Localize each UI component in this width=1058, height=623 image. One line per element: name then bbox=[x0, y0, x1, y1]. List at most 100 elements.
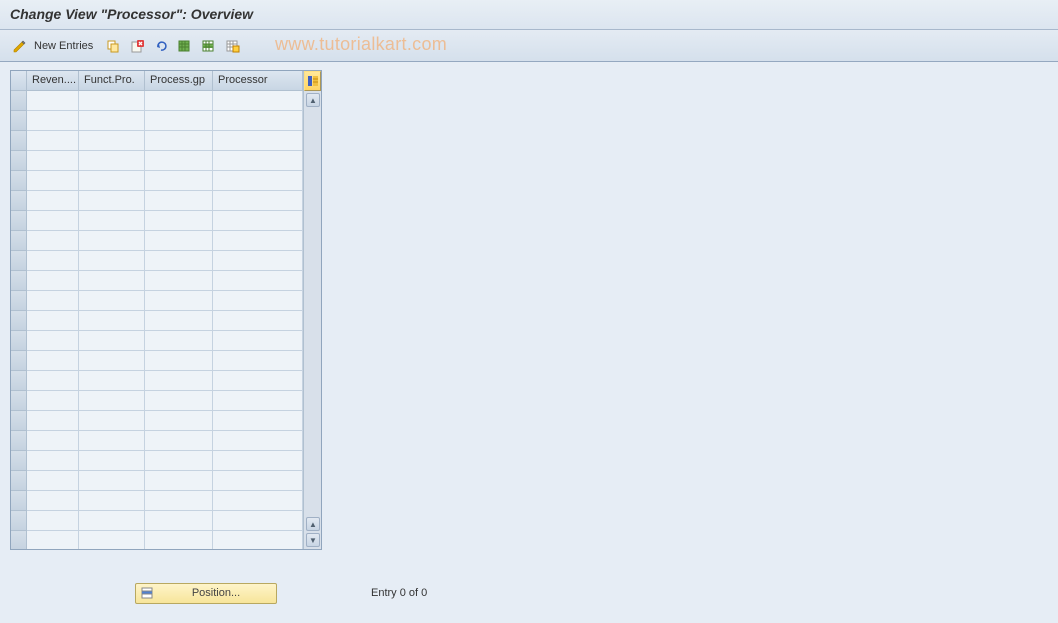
row-selector[interactable] bbox=[11, 171, 27, 191]
data-cell[interactable] bbox=[145, 511, 213, 531]
data-cell[interactable] bbox=[79, 191, 145, 211]
row-selector[interactable] bbox=[11, 451, 27, 471]
row-selector[interactable] bbox=[11, 271, 27, 291]
data-cell[interactable] bbox=[79, 451, 145, 471]
data-cell[interactable] bbox=[213, 411, 303, 431]
data-cell[interactable] bbox=[145, 391, 213, 411]
data-cell[interactable] bbox=[79, 231, 145, 251]
data-cell[interactable] bbox=[27, 311, 79, 331]
data-cell[interactable] bbox=[145, 231, 213, 251]
deselect-all-icon[interactable] bbox=[223, 36, 243, 56]
new-entries-button[interactable]: New Entries bbox=[32, 37, 101, 55]
data-cell[interactable] bbox=[79, 331, 145, 351]
data-cell[interactable] bbox=[213, 391, 303, 411]
data-cell[interactable] bbox=[145, 131, 213, 151]
data-cell[interactable] bbox=[145, 111, 213, 131]
data-cell[interactable] bbox=[145, 471, 213, 491]
delete-icon[interactable] bbox=[127, 36, 147, 56]
data-cell[interactable] bbox=[79, 291, 145, 311]
data-cell[interactable] bbox=[27, 151, 79, 171]
data-cell[interactable] bbox=[145, 151, 213, 171]
data-cell[interactable] bbox=[213, 291, 303, 311]
data-cell[interactable] bbox=[79, 511, 145, 531]
row-selector[interactable] bbox=[11, 291, 27, 311]
row-selector[interactable] bbox=[11, 351, 27, 371]
data-cell[interactable] bbox=[79, 251, 145, 271]
data-cell[interactable] bbox=[213, 151, 303, 171]
data-cell[interactable] bbox=[27, 191, 79, 211]
data-cell[interactable] bbox=[79, 491, 145, 511]
data-cell[interactable] bbox=[213, 131, 303, 151]
row-selector[interactable] bbox=[11, 231, 27, 251]
row-selector[interactable] bbox=[11, 331, 27, 351]
select-all-icon[interactable] bbox=[175, 36, 195, 56]
data-cell[interactable] bbox=[213, 531, 303, 549]
data-cell[interactable] bbox=[145, 351, 213, 371]
data-cell[interactable] bbox=[213, 311, 303, 331]
display-change-icon[interactable] bbox=[10, 36, 30, 56]
column-header-revenue[interactable]: Reven.... bbox=[27, 71, 79, 91]
position-button[interactable]: Position... bbox=[135, 583, 277, 604]
row-selector[interactable] bbox=[11, 251, 27, 271]
row-selector[interactable] bbox=[11, 151, 27, 171]
data-cell[interactable] bbox=[27, 271, 79, 291]
data-cell[interactable] bbox=[213, 271, 303, 291]
column-header-funct-pro[interactable]: Funct.Pro. bbox=[79, 71, 145, 91]
data-cell[interactable] bbox=[27, 471, 79, 491]
scroll-down-near-icon[interactable]: ▲ bbox=[306, 517, 320, 531]
data-cell[interactable] bbox=[79, 351, 145, 371]
data-cell[interactable] bbox=[79, 91, 145, 111]
row-selector[interactable] bbox=[11, 471, 27, 491]
row-selector[interactable] bbox=[11, 491, 27, 511]
row-selector[interactable] bbox=[11, 371, 27, 391]
data-cell[interactable] bbox=[213, 191, 303, 211]
data-cell[interactable] bbox=[145, 251, 213, 271]
select-block-icon[interactable] bbox=[199, 36, 219, 56]
data-cell[interactable] bbox=[79, 151, 145, 171]
data-cell[interactable] bbox=[79, 171, 145, 191]
column-header-process-gp[interactable]: Process.gp bbox=[145, 71, 213, 91]
data-cell[interactable] bbox=[27, 91, 79, 111]
data-cell[interactable] bbox=[145, 331, 213, 351]
data-cell[interactable] bbox=[79, 471, 145, 491]
data-cell[interactable] bbox=[145, 271, 213, 291]
data-cell[interactable] bbox=[79, 391, 145, 411]
data-cell[interactable] bbox=[145, 531, 213, 549]
data-cell[interactable] bbox=[145, 311, 213, 331]
row-selector[interactable] bbox=[11, 431, 27, 451]
data-cell[interactable] bbox=[27, 491, 79, 511]
data-cell[interactable] bbox=[213, 471, 303, 491]
row-selector[interactable] bbox=[11, 531, 27, 549]
data-cell[interactable] bbox=[213, 111, 303, 131]
data-cell[interactable] bbox=[79, 411, 145, 431]
row-selector[interactable] bbox=[11, 191, 27, 211]
row-selector[interactable] bbox=[11, 211, 27, 231]
data-cell[interactable] bbox=[27, 111, 79, 131]
data-cell[interactable] bbox=[27, 391, 79, 411]
scroll-up-icon[interactable]: ▲ bbox=[306, 93, 320, 107]
data-cell[interactable] bbox=[27, 531, 79, 549]
data-cell[interactable] bbox=[213, 331, 303, 351]
data-cell[interactable] bbox=[27, 451, 79, 471]
data-cell[interactable] bbox=[145, 431, 213, 451]
data-cell[interactable] bbox=[79, 131, 145, 151]
copy-icon[interactable] bbox=[103, 36, 123, 56]
data-cell[interactable] bbox=[145, 171, 213, 191]
data-cell[interactable] bbox=[145, 491, 213, 511]
data-cell[interactable] bbox=[79, 211, 145, 231]
data-cell[interactable] bbox=[79, 371, 145, 391]
data-cell[interactable] bbox=[27, 511, 79, 531]
data-cell[interactable] bbox=[213, 211, 303, 231]
data-cell[interactable] bbox=[213, 171, 303, 191]
undo-icon[interactable] bbox=[151, 36, 171, 56]
data-cell[interactable] bbox=[145, 291, 213, 311]
data-cell[interactable] bbox=[27, 131, 79, 151]
data-cell[interactable] bbox=[145, 411, 213, 431]
data-cell[interactable] bbox=[27, 231, 79, 251]
scroll-down-icon[interactable]: ▼ bbox=[306, 533, 320, 547]
data-cell[interactable] bbox=[145, 191, 213, 211]
row-selector[interactable] bbox=[11, 311, 27, 331]
data-cell[interactable] bbox=[27, 211, 79, 231]
data-cell[interactable] bbox=[27, 431, 79, 451]
data-cell[interactable] bbox=[79, 271, 145, 291]
